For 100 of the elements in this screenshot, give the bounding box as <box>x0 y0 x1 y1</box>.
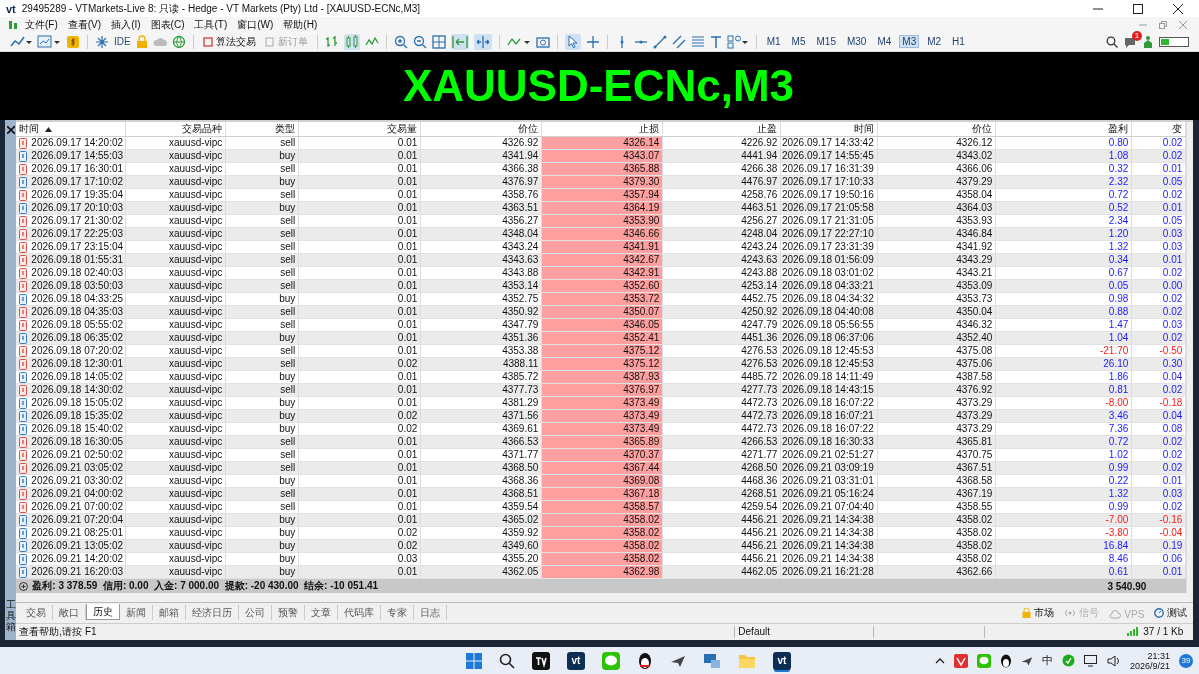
tab[interactable]: 代码库 <box>338 605 382 620</box>
sparkle-icon[interactable] <box>95 34 109 49</box>
column-header[interactable]: 时间 <box>781 122 879 136</box>
timeframe-button[interactable]: M5 <box>788 35 809 48</box>
tab[interactable]: 邮箱 <box>153 605 187 620</box>
expand-icon[interactable] <box>19 581 29 591</box>
menu-item[interactable]: 图表(C) <box>147 17 192 32</box>
trend-line-icon[interactable] <box>652 34 667 49</box>
menu-item[interactable]: 帮助(H) <box>280 17 325 32</box>
tab[interactable]: 预警 <box>272 605 306 620</box>
menu-item[interactable]: 工具(T) <box>191 17 235 32</box>
channel-icon[interactable] <box>671 34 686 49</box>
timeframe-button[interactable]: M30 <box>843 35 870 48</box>
volume-cell: 0.01 <box>299 176 422 188</box>
menu-item[interactable]: 窗口(W) <box>234 17 281 32</box>
clock-date[interactable]: 2026/9/21 <box>1129 660 1170 671</box>
app-tray-icon[interactable] <box>953 653 968 668</box>
zoom-out-icon[interactable] <box>412 34 427 49</box>
search-icon[interactable] <box>499 652 515 669</box>
stop-loss-cell: 4373.49 <box>542 410 664 422</box>
close-icon[interactable] <box>1173 3 1183 14</box>
close-price-cell: 4326.12 <box>878 137 997 149</box>
check-circle-icon[interactable] <box>1061 654 1075 667</box>
tab[interactable]: 交易 <box>20 605 54 620</box>
shapes-icon[interactable] <box>726 34 749 49</box>
volume-cell: 0.01 <box>299 514 422 526</box>
clock-time[interactable]: 21:31 <box>1147 650 1170 661</box>
time-cell: 2026.09.21 04:00:02 <box>31 488 124 500</box>
take-profit-cell: 4226.92 <box>663 137 782 149</box>
globe-icon[interactable] <box>171 34 186 49</box>
column-header[interactable]: 交易量 <box>299 122 422 136</box>
scrollbar[interactable] <box>1186 122 1194 593</box>
dollar-icon[interactable] <box>66 34 80 49</box>
menu-item[interactable]: 文件(F) <box>22 17 65 32</box>
tab[interactable]: 经济日历 <box>186 605 240 620</box>
timeframe-button[interactable]: M2 <box>924 35 945 48</box>
close-icon[interactable] <box>6 126 15 134</box>
display-icon[interactable] <box>1083 654 1098 667</box>
monitor-icon[interactable] <box>703 651 721 670</box>
bar-chart-icon[interactable] <box>324 34 339 49</box>
notification-badge[interactable]: 39 <box>1179 653 1193 668</box>
scroll-shift-icon[interactable] <box>450 33 469 50</box>
camera-icon[interactable] <box>535 34 550 49</box>
time-cell: 2026.09.18 07:20:02 <box>31 345 124 357</box>
chat-bubble-icon[interactable] <box>976 653 991 668</box>
tab[interactable]: 专家 <box>381 605 415 620</box>
service-link[interactable]: 测试 <box>1154 606 1188 620</box>
chart-window-icon[interactable] <box>8 19 18 30</box>
app-square-icon[interactable] <box>532 651 550 670</box>
type-cell: buy <box>226 527 300 539</box>
tab[interactable]: 文章 <box>305 605 339 620</box>
start-icon[interactable] <box>466 652 482 669</box>
column-header[interactable]: 交易品种 <box>126 122 227 136</box>
search-icon[interactable] <box>1106 35 1118 48</box>
timeframe-button[interactable]: M15 <box>813 35 839 48</box>
tab[interactable]: 公司 <box>239 605 273 620</box>
close-price-cell: 4368.58 <box>878 475 997 487</box>
column-header[interactable]: 止盈 <box>663 122 782 136</box>
penguin-icon[interactable] <box>637 651 653 670</box>
crosshair-icon[interactable] <box>585 34 600 49</box>
ide-button[interactable]: IDE <box>114 36 131 47</box>
app-taskbar-button[interactable]: vt <box>567 651 585 670</box>
speaker-icon[interactable] <box>1106 654 1121 667</box>
auto-scroll-icon[interactable] <box>473 33 492 50</box>
timeframe-button[interactable]: M1 <box>763 35 784 48</box>
text-tool-icon[interactable] <box>709 34 722 49</box>
service-link[interactable]: 市场 <box>1022 606 1055 620</box>
column-header[interactable]: 价位 <box>878 122 997 136</box>
tab[interactable]: 新闻 <box>120 605 154 620</box>
take-profit-cell: 4456.21 <box>663 540 782 552</box>
cursor-icon[interactable] <box>564 33 581 50</box>
tab[interactable]: 历史 <box>86 604 121 620</box>
zoom-in-icon[interactable] <box>393 34 408 49</box>
algo-trading-button[interactable]: 算法交易 <box>200 34 258 49</box>
menu-item[interactable]: 查看(V) <box>64 17 109 32</box>
penguin-icon[interactable] <box>999 653 1012 668</box>
maximize-icon[interactable] <box>1133 3 1143 14</box>
time-cell: 2026.09.17 21:30:02 <box>31 215 124 227</box>
chevron-up-icon[interactable] <box>934 656 945 665</box>
column-header[interactable]: 盈利 <box>996 122 1133 136</box>
column-header[interactable]: 类型 <box>226 122 300 136</box>
timeframe-button[interactable]: M3 <box>899 35 920 48</box>
app-taskbar-button[interactable]: vt <box>773 651 791 670</box>
tab[interactable]: 日志 <box>414 605 448 620</box>
menu-item[interactable]: 插入(I) <box>108 17 148 32</box>
line-chart-icon[interactable] <box>10 34 32 49</box>
restore-icon[interactable] <box>1159 20 1167 29</box>
chat-bubble-icon[interactable] <box>602 651 620 670</box>
column-header[interactable]: 止损 <box>542 122 664 136</box>
grid-icon[interactable] <box>431 34 446 49</box>
timeframe-button[interactable]: M4 <box>874 35 895 48</box>
input-method-indicator[interactable]: 中 <box>1041 653 1053 668</box>
chart-template-icon[interactable] <box>37 34 61 49</box>
column-header[interactable]: 价位 <box>421 122 543 136</box>
close-time-cell: 2026.09.18 14:11:49 <box>781 371 879 383</box>
take-profit-cell: 4468.36 <box>663 475 782 487</box>
column-header[interactable]: 时间 <box>16 122 127 136</box>
candlestick-icon[interactable] <box>343 33 360 50</box>
timeframe-button[interactable]: H1 <box>949 35 968 48</box>
close-time-cell: 2026.09.21 07:04:40 <box>781 501 879 513</box>
